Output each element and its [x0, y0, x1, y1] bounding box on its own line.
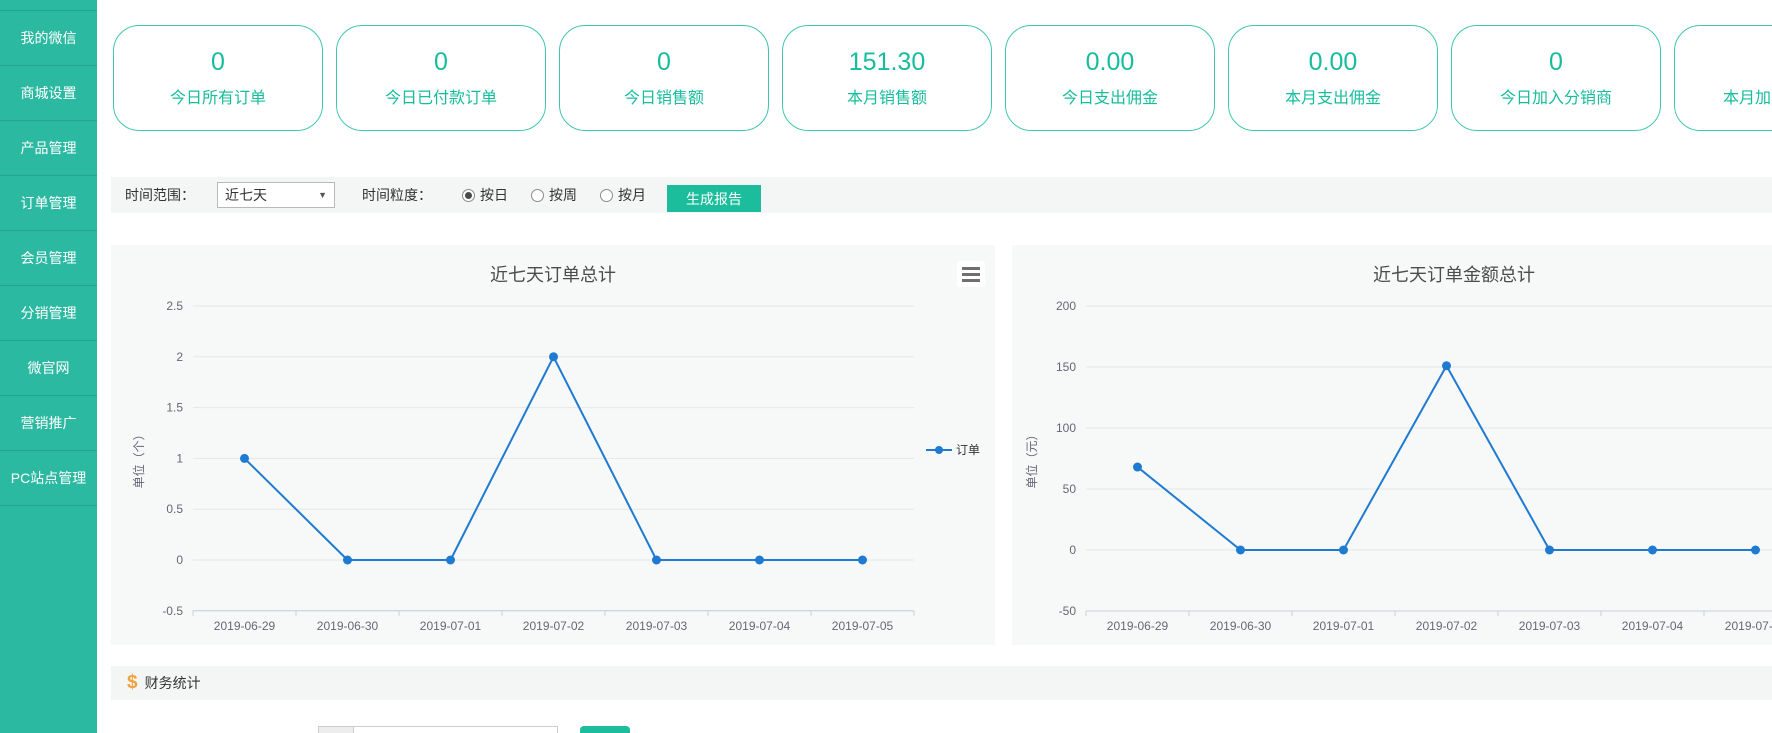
svg-text:-0.5: -0.5 — [162, 604, 183, 618]
svg-text:0: 0 — [176, 553, 183, 567]
sidebar-item[interactable]: PC站点管理 — [0, 451, 97, 506]
stat-card-label: 本月加入分销商 — [1723, 84, 1772, 108]
svg-text:200: 200 — [1056, 299, 1076, 313]
svg-text:2019-07-02: 2019-07-02 — [523, 619, 585, 633]
svg-text:2019-06-29: 2019-06-29 — [1107, 619, 1169, 633]
radio-circle-icon[interactable] — [462, 189, 475, 202]
stat-card-value: 0 — [211, 48, 225, 77]
stat-card: 0 今日已付款订单 — [336, 25, 546, 131]
svg-text:-50: -50 — [1059, 604, 1077, 618]
chart-canvas[interactable]: 2.5 2 1.5 1 0.5 0 -0.5 2019-06-29 2019-06-30 2019… — [111, 245, 995, 645]
svg-text:2019-07-04: 2019-07-04 — [729, 619, 791, 633]
dollar-icon: $ — [127, 672, 138, 694]
sidebar-item[interactable]: 我的微信 — [0, 10, 97, 66]
legend-marker-icon — [926, 445, 952, 455]
chart-panel-orders: 近七天订单总计 2.521.510.50-0.52019-06-292019-0… — [111, 245, 995, 645]
svg-text:单位（个）: 单位（个） — [131, 428, 146, 488]
stat-card: 0 今日加入分销商 — [1451, 25, 1661, 131]
stat-card: 0.00 本月支出佣金 — [1228, 25, 1438, 131]
stat-card-label: 今日支出佣金 — [1062, 84, 1158, 108]
stat-card: 0 今日所有订单 — [113, 25, 323, 131]
stat-card-value: 0.00 — [1309, 48, 1358, 77]
sidebar-item[interactable]: 微官网 — [0, 341, 97, 396]
stat-card-label: 本月支出佣金 — [1285, 84, 1381, 108]
radio-option[interactable]: 按月 — [600, 177, 646, 213]
stat-card-label: 本月销售额 — [847, 84, 927, 108]
svg-text:0: 0 — [1069, 543, 1076, 557]
sidebar-item[interactable]: 产品管理 — [0, 121, 97, 176]
radio-label: 按周 — [549, 185, 577, 205]
radio-circle-icon[interactable] — [600, 189, 613, 202]
sidebar-item[interactable]: 分销管理 — [0, 286, 97, 341]
stat-card-value: 0 — [1549, 48, 1563, 77]
sidebar-item[interactable]: 订单管理 — [0, 176, 97, 231]
svg-text:100: 100 — [1056, 421, 1076, 435]
radio-circle-icon[interactable] — [531, 189, 544, 202]
legend-label: 订单 — [956, 441, 980, 458]
sidebar-item[interactable]: 会员管理 — [0, 231, 97, 286]
bottom-submit-button[interactable] — [580, 726, 630, 733]
svg-text:50: 50 — [1063, 482, 1077, 496]
svg-text:2019-07-03: 2019-07-03 — [1519, 619, 1581, 633]
svg-text:2: 2 — [176, 350, 183, 364]
finance-section: $ 财务统计 — [111, 666, 1772, 700]
generate-report-button[interactable]: 生成报告 — [667, 185, 761, 212]
svg-text:0.5: 0.5 — [166, 502, 183, 516]
time-range-select[interactable]: 近七天 ▼ — [217, 182, 335, 208]
radio-label: 按日 — [480, 185, 508, 205]
stat-card-label: 今日所有订单 — [170, 84, 266, 108]
granularity-label: 时间粒度： — [362, 177, 432, 213]
chart-panel-order-amount: 近七天订单金额总计 200150100500-502019-06-292019-… — [1012, 245, 1772, 645]
svg-text:2019-07-05: 2019-07-05 — [1725, 619, 1772, 633]
svg-text:2019-07-02: 2019-07-02 — [1416, 619, 1478, 633]
dashboard-page: 我的微信商城设置产品管理订单管理会员管理分销管理微官网营销推广PC站点管理 0 … — [0, 0, 1772, 733]
time-range-label: 时间范围： — [125, 177, 195, 213]
svg-text:2019-06-29: 2019-06-29 — [214, 619, 276, 633]
chart-legend[interactable]: 订单 — [926, 441, 980, 458]
svg-text:2019-06-30: 2019-06-30 — [317, 619, 379, 633]
radio-label: 按月 — [618, 185, 646, 205]
chart-canvas[interactable]: 200 150 100 50 0 -50 2019-06-29 2019-06-30 2019-… — [1012, 245, 1772, 645]
svg-text:单位（元）: 单位（元） — [1024, 428, 1039, 488]
stat-card: 0.00 今日支出佣金 — [1005, 25, 1215, 131]
radio-option[interactable]: 按日 — [462, 177, 508, 213]
svg-text:2.5: 2.5 — [166, 299, 183, 313]
stat-card-value: 0 — [657, 48, 671, 77]
radio-option[interactable]: 按周 — [531, 177, 577, 213]
stat-card-value: 151.30 — [849, 48, 925, 77]
sidebar-item[interactable]: 商城设置 — [0, 66, 97, 121]
filter-bar: 时间范围： 近七天 ▼ 时间粒度： 生成报告 按日 按周 按月 — [111, 177, 1772, 213]
stat-card: 0 今日销售额 — [559, 25, 769, 131]
stat-card: 0 本月加入分销商 — [1674, 25, 1772, 131]
dropdown-arrow-icon: ▼ — [318, 190, 327, 200]
svg-text:2019-07-01: 2019-07-01 — [1313, 619, 1375, 633]
bottom-input[interactable] — [353, 726, 558, 733]
svg-text:2019-07-05: 2019-07-05 — [832, 619, 894, 633]
stat-card-label: 今日销售额 — [624, 84, 704, 108]
stat-card: 151.30 本月销售额 — [782, 25, 992, 131]
svg-text:150: 150 — [1056, 360, 1076, 374]
svg-text:2019-06-30: 2019-06-30 — [1210, 619, 1272, 633]
sidebar-item[interactable]: 营销推广 — [0, 396, 97, 451]
stat-cards-row: 0 今日所有订单 0 今日已付款订单 0 今日销售额 151.30 本月销售额 … — [113, 25, 1772, 131]
sidebar: 我的微信商城设置产品管理订单管理会员管理分销管理微官网营销推广PC站点管理 — [0, 0, 97, 733]
stat-card-value: 0 — [434, 48, 448, 77]
svg-text:1.5: 1.5 — [166, 401, 183, 415]
stat-card-value: 0.00 — [1086, 48, 1135, 77]
svg-text:2019-07-03: 2019-07-03 — [626, 619, 688, 633]
finance-title: 财务统计 — [145, 673, 201, 693]
time-range-select-wrap: 近七天 ▼ — [217, 177, 335, 213]
svg-text:2019-07-01: 2019-07-01 — [420, 619, 482, 633]
bottom-input-addon — [318, 726, 354, 733]
svg-text:1: 1 — [176, 451, 183, 465]
time-range-value: 近七天 — [225, 185, 267, 205]
stat-card-label: 今日加入分销商 — [1500, 84, 1612, 108]
svg-text:2019-07-04: 2019-07-04 — [1622, 619, 1684, 633]
stat-card-label: 今日已付款订单 — [385, 84, 497, 108]
